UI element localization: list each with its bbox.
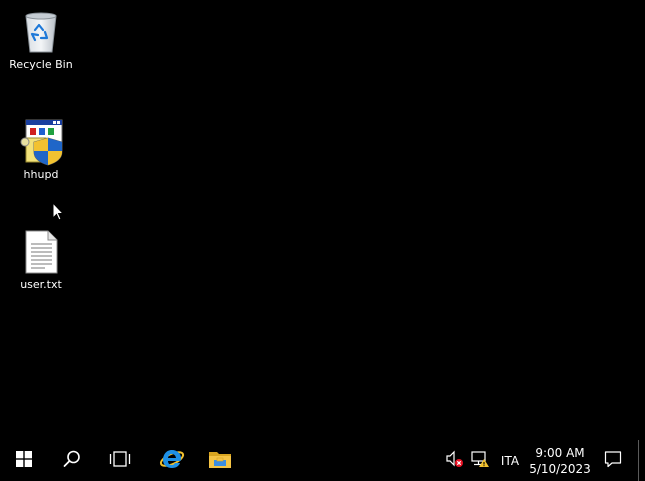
file-explorer-icon — [208, 449, 232, 473]
task-view-button[interactable] — [96, 440, 144, 481]
desktop-icon-label: hhupd — [23, 168, 59, 181]
internet-explorer-taskbar-button[interactable] — [148, 440, 196, 481]
windows-start-icon — [16, 450, 32, 471]
volume-tray-button[interactable] — [443, 440, 467, 481]
file-explorer-taskbar-button[interactable] — [196, 440, 244, 481]
installer-shield-icon — [17, 118, 65, 166]
desktop-icon-hhupd[interactable]: hhupd — [3, 118, 79, 182]
mouse-cursor-icon — [52, 201, 65, 225]
desktop-icon-label: Recycle Bin — [9, 58, 73, 71]
desktop-icon-label: user.txt — [20, 278, 62, 291]
desktop: Recycle Bin hhupd user.txt — [0, 0, 645, 440]
search-button[interactable] — [48, 440, 96, 481]
desktop-icon-user-txt[interactable]: user.txt — [3, 228, 79, 292]
text-file-icon — [17, 228, 65, 276]
network-warning-icon — [470, 450, 490, 472]
network-tray-button[interactable] — [468, 440, 492, 481]
task-view-icon — [109, 450, 131, 471]
action-center-button[interactable] — [598, 440, 628, 481]
clock[interactable]: 9:00 AM 5/10/2023 — [527, 440, 593, 481]
input-language-indicator[interactable]: ITA — [494, 440, 526, 481]
notification-icon — [604, 450, 622, 472]
internet-explorer-icon — [159, 446, 185, 476]
clock-date: 5/10/2023 — [529, 461, 591, 476]
recycle-bin-icon — [17, 8, 65, 56]
clock-time: 9:00 AM — [535, 445, 585, 460]
taskbar: ITA 9:00 AM 5/10/2023 — [0, 440, 645, 481]
desktop-icon-recycle-bin[interactable]: Recycle Bin — [3, 8, 79, 72]
start-button[interactable] — [0, 440, 48, 481]
show-desktop-button[interactable] — [638, 440, 645, 481]
search-icon — [63, 450, 81, 472]
volume-muted-icon — [445, 450, 465, 472]
